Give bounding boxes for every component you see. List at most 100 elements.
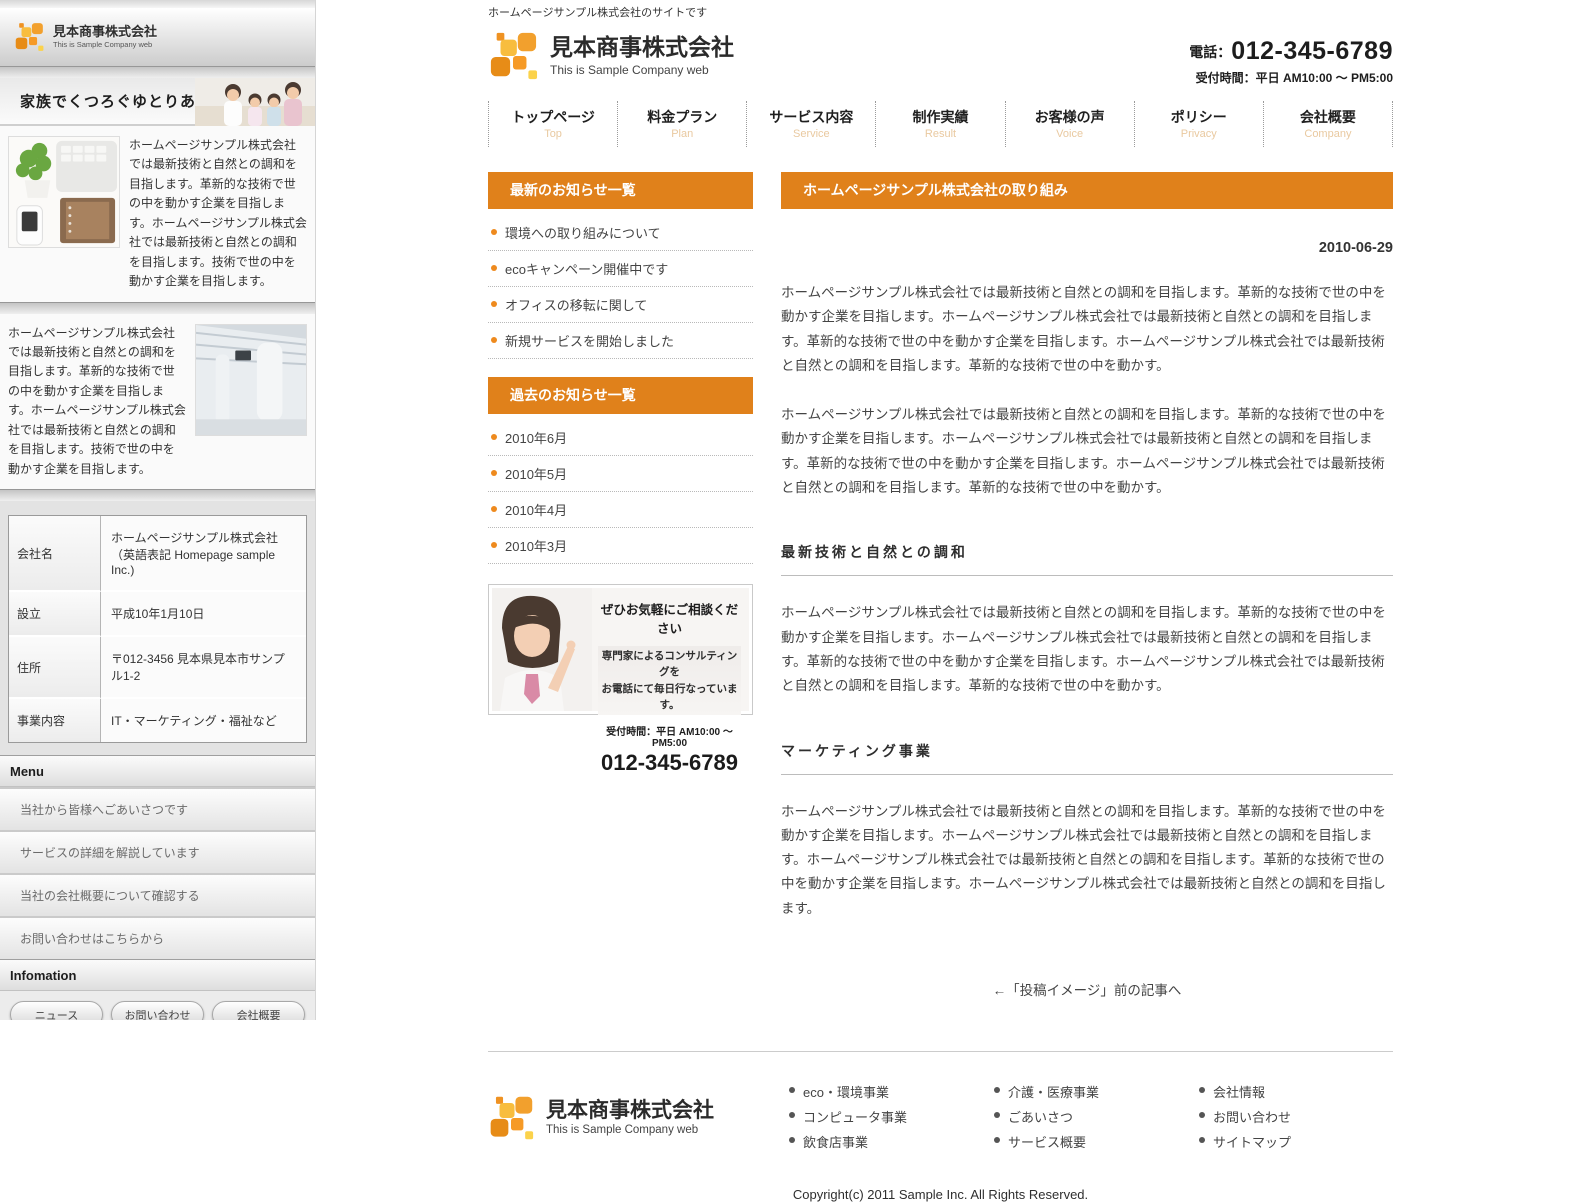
sidebar-menu-header: Menu <box>0 755 315 787</box>
archive-news-list: 2010年6月 2010年5月 2010年4月 2010年3月 <box>488 420 753 564</box>
news-column: 最新のお知らせ一覧 環境への取り組みについて ecoキャンペーン開催中です オフ… <box>488 172 753 999</box>
list-item[interactable]: オフィスの移転に関して <box>488 287 753 323</box>
sidebar-button-row: ニュース お問い合わせ 会社概要 <box>0 991 315 1020</box>
table-row: 会社名 ホームページサンプル株式会社 （英語表記 Homepage sample… <box>9 516 306 592</box>
nav-item-privacy[interactable]: ポリシー Privacy <box>1134 101 1263 147</box>
footer-link[interactable]: 介護・医療事業 <box>993 1082 1198 1107</box>
company-logo-icon <box>14 22 44 52</box>
sidebar-intro-block-1: ホームページサンプル株式会社では最新技術と自然との調和を目指します。革新的な技術… <box>0 126 315 302</box>
latest-news-header: 最新のお知らせ一覧 <box>488 172 753 209</box>
footer-link[interactable]: コンピュータ事業 <box>788 1107 993 1132</box>
article-subheading-tech: 最新技術と自然との調和 <box>781 542 1393 576</box>
contact-button[interactable]: お問い合わせ <box>111 1001 204 1020</box>
company-table-label: 会社名 <box>9 516 101 592</box>
sidebar-divider <box>0 302 315 314</box>
contact-banner-text: ぜひお気軽にご相談ください 専門家によるコンサルティングを お電話にて毎日行なっ… <box>592 588 749 711</box>
nav-item-plan[interactable]: 料金プラン Plan <box>617 101 746 147</box>
footer-company-name: 見本商事株式会社 <box>546 1099 714 1122</box>
article-paragraph: ホームページサンプル株式会社では最新技術と自然との調和を目指します。革新的な技術… <box>781 800 1393 921</box>
article-title-bar: ホームページサンプル株式会社の取り組み <box>781 172 1393 209</box>
footer-link[interactable]: サービス概要 <box>993 1132 1198 1157</box>
list-item[interactable]: 2010年3月 <box>488 528 753 564</box>
company-table-label: 設立 <box>9 592 101 637</box>
article-paragraph: ホームページサンプル株式会社では最新技術と自然との調和を目指します。革新的な技術… <box>781 601 1393 698</box>
company-table-value: 〒012-3456 見本県見本市サンプル1-2 <box>101 637 306 699</box>
phone-label: 電話： <box>1189 44 1231 60</box>
table-row: 事業内容 IT・マーケティング・福祉など <box>9 699 306 742</box>
main-footer: 見本商事株式会社 This is Sample Company web eco・… <box>488 1051 1393 1157</box>
footer-link[interactable]: 会社情報 <box>1198 1082 1403 1107</box>
table-row: 住所 〒012-3456 見本県見本市サンプル1-2 <box>9 637 306 699</box>
site-note: ホームページサンプル株式会社のサイトです <box>488 0 1393 20</box>
nav-item-top[interactable]: トップページ Top <box>488 101 617 147</box>
previous-article-link[interactable]: ←「投稿イメージ」前の記事へ <box>781 979 1393 999</box>
main-nav: トップページ Top 料金プラン Plan サービス内容 Service 制作実… <box>488 101 1393 147</box>
sidebar-divider <box>0 66 315 78</box>
list-item[interactable]: ecoキャンペーン開催中です <box>488 251 753 287</box>
article-subheading-marketing: マーケティング事業 <box>781 741 1393 775</box>
sidebar-logo[interactable]: 見本商事株式会社 This is Sample Company web <box>0 8 315 66</box>
article-date: 2010-06-29 <box>781 240 1393 256</box>
sidebar-divider <box>0 489 315 501</box>
company-table-label: 事業内容 <box>9 699 101 742</box>
phone-box: 電話：012-345-6789 受付時間：平日 AM10:00 ～ PM5:00 <box>1189 37 1393 86</box>
contact-banner-hours: 受付時間：平日 AM10:00 ～ PM5:00 <box>598 723 741 749</box>
footer-link[interactable]: eco・環境事業 <box>788 1082 993 1107</box>
company-logo-icon <box>488 1095 534 1141</box>
consultant-photo <box>492 588 592 711</box>
desk-plant-photo <box>8 136 120 248</box>
news-button[interactable]: ニュース <box>10 1001 103 1020</box>
sidebar-item-contact[interactable]: お問い合わせはこちらから <box>0 916 315 959</box>
list-item[interactable]: 新規サービスを開始しました <box>488 323 753 359</box>
company-info-table: 会社名 ホームページサンプル株式会社 （英語表記 Homepage sample… <box>8 515 307 743</box>
nav-item-service[interactable]: サービス内容 Service <box>746 101 875 147</box>
company-table-label: 住所 <box>9 637 101 699</box>
company-overview-button[interactable]: 会社概要 <box>212 1001 305 1020</box>
list-item[interactable]: 2010年5月 <box>488 456 753 492</box>
latest-news-list: 環境への取り組みについて ecoキャンペーン開催中です オフィスの移転に関して … <box>488 215 753 359</box>
article-paragraph: ホームページサンプル株式会社では最新技術と自然との調和を目指します。革新的な技術… <box>781 403 1393 500</box>
footer-link[interactable]: ごあいさつ <box>993 1107 1198 1132</box>
article: ホームページサンプル株式会社の取り組み 2010-06-29 ホームページサンプ… <box>781 172 1393 999</box>
company-logo-icon <box>488 31 538 81</box>
company-table-value: 平成10年1月10日 <box>101 592 306 637</box>
list-item[interactable]: 環境への取り組みについて <box>488 215 753 251</box>
footer-logo[interactable]: 見本商事株式会社 This is Sample Company web <box>488 1078 788 1157</box>
company-table-value: ホームページサンプル株式会社 （英語表記 Homepage sample Inc… <box>101 516 306 592</box>
nav-item-result[interactable]: 制作実績 Result <box>875 101 1004 147</box>
sidebar-item-service[interactable]: サービスの詳細を解説しています <box>0 830 315 873</box>
contact-banner-desc: 専門家によるコンサルティングを お電話にて毎日行なっています。 <box>598 646 741 715</box>
article-paragraph: ホームページサンプル株式会社では最新技術と自然との調和を目指します。革新的な技術… <box>781 281 1393 378</box>
sidebar-intro-text-2: ホームページサンプル株式会社では最新技術と自然との調和を目指します。革新的な技術… <box>8 324 186 480</box>
nav-item-company[interactable]: 会社概要 Company <box>1263 101 1393 147</box>
family-photo <box>195 78 315 126</box>
sidebar-intro-text-1: ホームページサンプル株式会社では最新技術と自然との調和を目指します。革新的な技術… <box>129 136 307 292</box>
sidebar-item-greeting[interactable]: 当社から皆様へごあいさつです <box>0 787 315 830</box>
company-name: 見本商事株式会社 <box>550 35 734 60</box>
sidebar: 見本商事株式会社 This is Sample Company web 家族でく… <box>0 0 316 1020</box>
nav-item-voice[interactable]: お客様の声 Voice <box>1005 101 1134 147</box>
footer-link[interactable]: サイトマップ <box>1198 1132 1403 1157</box>
footer-link[interactable]: 飲食店事業 <box>788 1132 993 1157</box>
main-header: 見本商事株式会社 This is Sample Company web 電話：0… <box>488 31 1393 93</box>
sidebar-banner: 家族でくつろぐゆとりある空間 <box>0 78 315 126</box>
contact-banner-title: ぜひお気軽にご相談ください <box>598 599 741 637</box>
sidebar-top-strip <box>0 0 315 8</box>
footer-company-tagline: This is Sample Company web <box>546 1124 714 1136</box>
contact-banner[interactable]: ぜひお気軽にご相談ください 専門家によるコンサルティングを お電話にて毎日行なっ… <box>488 584 753 715</box>
archive-news-header: 過去のお知らせ一覧 <box>488 377 753 414</box>
sidebar-infomation-header: Infomation <box>0 959 315 991</box>
list-item[interactable]: 2010年4月 <box>488 492 753 528</box>
sidebar-intro-block-2: ホームページサンプル株式会社では最新技術と自然との調和を目指します。革新的な技術… <box>0 314 315 490</box>
office-hours: 受付時間：平日 AM10:00 ～ PM5:00 <box>1189 69 1393 86</box>
main-area: ホームページサンプル株式会社のサイトです 見本商事株式会社 This is Sa… <box>316 0 1585 1020</box>
sidebar-item-company[interactable]: 当社の会社概要について確認する <box>0 873 315 916</box>
footer-column-1: eco・環境事業 コンピュータ事業 飲食店事業 <box>788 1078 993 1157</box>
office-interior-photo <box>195 324 307 436</box>
company-tagline: This is Sample Company web <box>550 63 734 77</box>
list-item[interactable]: 2010年6月 <box>488 420 753 456</box>
phone-number: 012-345-6789 <box>1231 37 1393 65</box>
main-copyright: Copyright(c) 2011 Sample Inc. All Rights… <box>488 1187 1393 1202</box>
footer-link[interactable]: お問い合わせ <box>1198 1107 1403 1132</box>
contact-banner-phone: 012-345-6789 <box>598 750 741 776</box>
